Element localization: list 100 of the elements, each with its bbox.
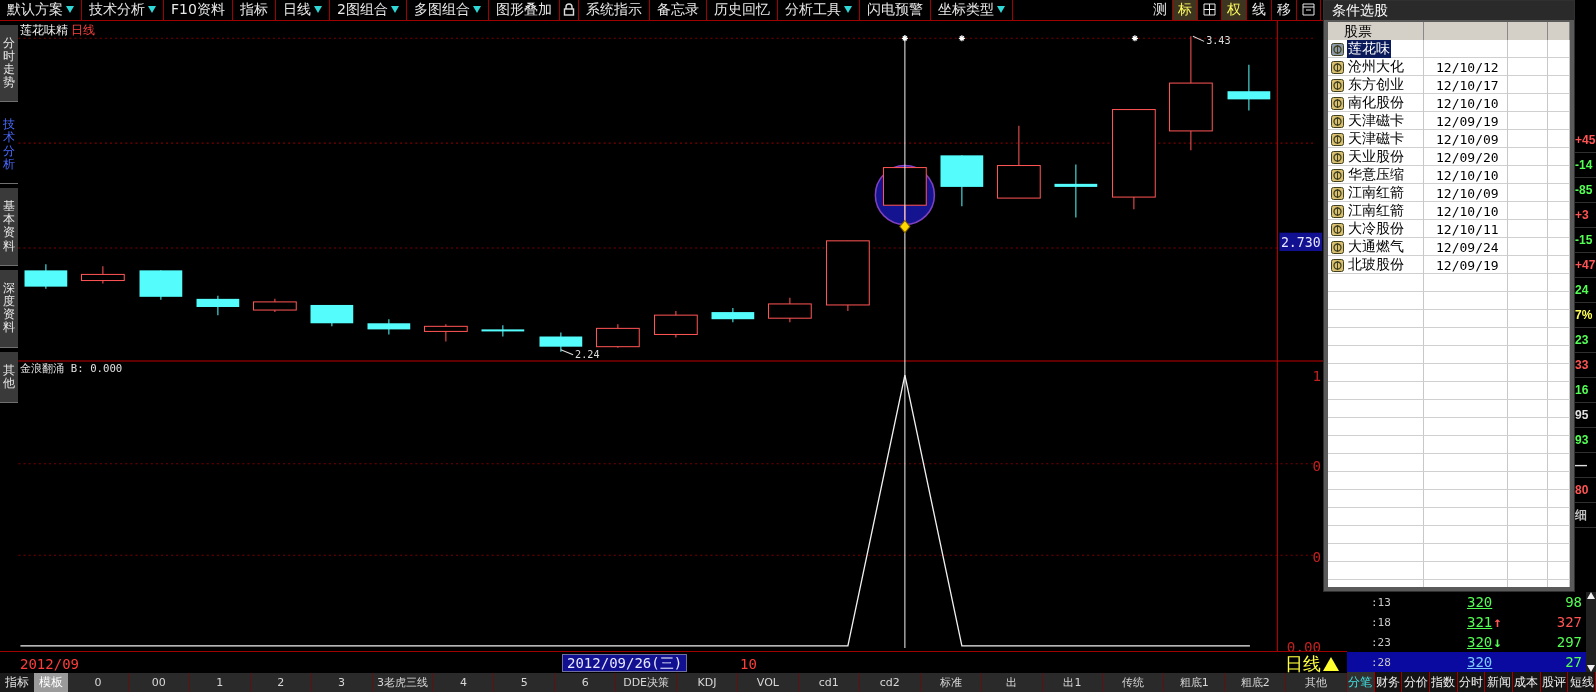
stock-row[interactable]: 莲花味	[1328, 40, 1570, 58]
tool-button[interactable]: 权	[1222, 0, 1247, 20]
tick-row[interactable]: :13 320 98	[1347, 592, 1586, 612]
candlestick	[253, 297, 297, 313]
stock-row[interactable]: 江南红箭 12/10/09	[1328, 184, 1570, 202]
stock-date: 12/09/20	[1436, 149, 1499, 165]
template-tab[interactable]: 出	[981, 672, 1043, 692]
panel-tab[interactable]: 短线	[1568, 672, 1596, 692]
side-tab[interactable]: 基本资料	[0, 188, 18, 266]
caret-icon	[472, 6, 481, 14]
stock-date: 12/10/11	[1436, 221, 1499, 237]
stock-date: 12/10/09	[1436, 185, 1499, 201]
date-label: 10	[739, 655, 757, 672]
template-tab[interactable]: 6	[555, 672, 617, 692]
price-annotation: 2.24	[575, 348, 600, 360]
template-tab[interactable]: 其他	[1286, 672, 1348, 692]
mode-tab[interactable]: 指标	[0, 672, 34, 692]
stock-date: 12/10/12	[1436, 59, 1499, 75]
stock-row[interactable]: 天津磁卡 12/10/09	[1328, 130, 1570, 148]
candlestick	[481, 324, 525, 337]
template-tab[interactable]: 3	[311, 672, 373, 692]
marker-icon	[901, 34, 909, 42]
lock-icon	[562, 3, 575, 17]
up-arrow-icon	[1587, 592, 1595, 599]
template-tab[interactable]: 粗底1	[1164, 672, 1226, 692]
template-tab[interactable]: cd1	[798, 672, 860, 692]
tick-volume: 297	[1555, 634, 1583, 650]
panel-tab[interactable]: 财务	[1374, 672, 1403, 692]
caret-icon	[390, 6, 399, 14]
tick-row[interactable]: :23 320↓ 297	[1347, 632, 1586, 652]
tick-row[interactable]: :28 320 27	[1347, 652, 1586, 672]
caret-icon	[843, 6, 852, 14]
template-tab[interactable]: 粗底2	[1225, 672, 1287, 692]
side-tab[interactable]: 分时走势	[0, 24, 18, 103]
stock-row[interactable]: 沧州大化 12/10/12	[1328, 58, 1570, 76]
template-tab[interactable]: 5	[494, 672, 556, 692]
panel-tab[interactable]: 指数	[1430, 672, 1458, 692]
panel-tab[interactable]: 分时	[1457, 672, 1486, 692]
panel-tab[interactable]: 分笔	[1347, 672, 1375, 692]
date-label: 2012/09	[19, 655, 79, 672]
template-tab[interactable]: 标准	[920, 672, 982, 692]
stock-date: 12/10/10	[1436, 95, 1499, 111]
stock-row[interactable]: 江南红箭 12/10/10	[1328, 202, 1570, 220]
marker-icon	[958, 34, 966, 42]
template-tab[interactable]: 1	[189, 672, 251, 692]
coin-icon	[1331, 96, 1344, 110]
date-label: 2012/09/26(三)	[562, 654, 688, 672]
stock-name: 东方创业	[1347, 76, 1405, 94]
candlestick	[768, 296, 812, 323]
template-tab[interactable]: VOL	[737, 672, 799, 692]
tick-price: 320	[1467, 654, 1493, 670]
leader-line	[560, 348, 574, 355]
template-tab[interactable]: 3老虎三线	[372, 672, 434, 692]
stock-row[interactable]: 天业股份 12/09/20	[1328, 148, 1570, 166]
stock-date: 12/09/19	[1436, 257, 1499, 273]
coin-icon	[1331, 132, 1344, 146]
candlestick	[24, 263, 68, 289]
diamond-icon	[899, 219, 911, 233]
panel-tab[interactable]: 分价	[1402, 672, 1430, 692]
panel-tab[interactable]: 新闻	[1485, 672, 1514, 692]
scrollbar[interactable]	[1586, 592, 1596, 672]
template-tab[interactable]: 4	[433, 672, 495, 692]
template-tab[interactable]: 传统	[1103, 672, 1165, 692]
tick-volume: 27	[1564, 654, 1583, 670]
trend-arrow: ↓	[1493, 634, 1502, 650]
candlestick	[367, 318, 411, 335]
stock-date: 12/09/19	[1436, 113, 1499, 129]
stock-row[interactable]: 华意压缩 12/10/10	[1328, 166, 1570, 184]
template-tab[interactable]: KDJ	[677, 672, 738, 692]
stock-row[interactable]: 南化股份 12/10/10	[1328, 94, 1570, 112]
stock-row[interactable]: 东方创业 12/10/17	[1328, 76, 1570, 94]
candlestick	[1227, 63, 1271, 111]
tick-time: :28	[1370, 655, 1392, 669]
coin-icon	[1331, 222, 1344, 236]
down-arrow-icon	[1587, 665, 1595, 672]
stock-row[interactable]: 北玻股份 12/09/19	[1328, 256, 1570, 274]
template-tab[interactable]: 出1	[1042, 672, 1104, 692]
template-tab[interactable]: 00	[128, 672, 190, 692]
panel-tab[interactable]: 股评	[1540, 672, 1569, 692]
leader-line	[1192, 35, 1205, 42]
stock-row[interactable]: 大通燃气 12/09/24	[1328, 238, 1570, 256]
tick-row[interactable]: :18 321↑ 327	[1347, 612, 1586, 632]
side-tab[interactable]: 深度资料	[0, 269, 18, 348]
panel-tab[interactable]: 成本	[1513, 672, 1541, 692]
candlestick	[654, 310, 698, 338]
template-tab[interactable]: 2	[250, 672, 312, 692]
template-tab[interactable]: DDE决策	[616, 672, 678, 692]
template-tab[interactable]: 0	[68, 672, 129, 692]
marker-icon	[1131, 34, 1139, 42]
grid-icon	[1203, 3, 1216, 17]
stock-name: 南化股份	[1347, 94, 1405, 112]
template-tab[interactable]: cd2	[859, 672, 921, 692]
side-tab[interactable]: 其他	[0, 351, 18, 403]
stock-row[interactable]: 大冷股份 12/10/11	[1328, 220, 1570, 238]
coin-icon	[1331, 204, 1344, 218]
tick-time: :13	[1370, 595, 1392, 609]
stock-row[interactable]: 天津磁卡 12/09/19	[1328, 112, 1570, 130]
axis-label: 1	[1312, 367, 1322, 384]
tool-button[interactable]: 标	[1173, 0, 1198, 20]
coin-icon	[1331, 240, 1344, 254]
